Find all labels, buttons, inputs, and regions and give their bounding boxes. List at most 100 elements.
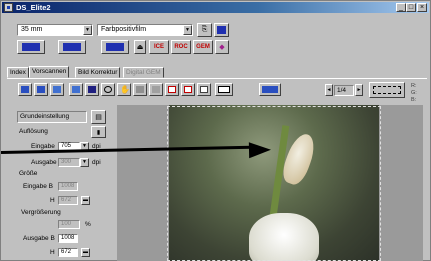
flip-horizontal-button[interactable]	[50, 83, 64, 96]
chevron-down-icon: ▼	[82, 143, 87, 149]
flip-vertical-icon	[72, 86, 80, 93]
crop-frame[interactable]	[167, 106, 381, 261]
ausgabe-h-field[interactable]: 672	[58, 248, 78, 257]
next-frame-button[interactable]: ►	[355, 84, 363, 96]
scan-icon	[105, 43, 125, 51]
ruler-icon: ▬	[83, 249, 88, 255]
eject-icon: ⏏	[136, 44, 144, 51]
tab-bild-korrektur[interactable]: Bild Korrektur	[75, 67, 121, 78]
tab-panel-border	[7, 78, 427, 79]
rotate-right-button[interactable]	[34, 83, 48, 96]
hand-button[interactable]: ✋	[117, 83, 131, 96]
menu-icon: ▤	[95, 114, 102, 121]
filmstrip-button[interactable]	[369, 82, 405, 98]
diamond-button[interactable]: ◆	[215, 40, 229, 54]
preset-menu-button[interactable]: ▤	[91, 110, 106, 124]
groesse-label: Größe	[19, 170, 38, 177]
prescan-button[interactable]	[58, 40, 86, 54]
refresh-icon	[262, 86, 278, 93]
film-type-select[interactable]: Farbpositivfilm ▼	[97, 24, 193, 36]
close-button[interactable]: ×	[417, 3, 427, 12]
ruler-icon: ▬	[83, 197, 88, 203]
prescan-icon	[62, 43, 82, 51]
lock-icon: ▮	[96, 129, 101, 136]
tab-vorscannen[interactable]: Vorscannen	[29, 66, 70, 78]
white-point-button[interactable]	[165, 83, 179, 96]
chevron-down-icon: ▼	[183, 25, 192, 35]
chevron-down-icon: ▼	[83, 25, 92, 35]
rotate-right-icon	[37, 86, 45, 93]
eject-button[interactable]: ⏏	[134, 40, 146, 54]
ausgabe-label: Ausgabe	[31, 159, 57, 166]
monitor-button[interactable]	[214, 23, 229, 37]
white-point-icon	[168, 86, 176, 93]
ausgabe-size-unit-button[interactable]: ▬	[81, 248, 90, 257]
rotate-left-button[interactable]	[18, 83, 32, 96]
levels-icon	[152, 86, 160, 93]
exposure-icon	[136, 86, 144, 93]
percent-unit: %	[85, 221, 91, 228]
app-icon	[4, 3, 13, 12]
chevron-right-icon: ►	[356, 87, 362, 93]
resolution-lock-button[interactable]: ▮	[91, 126, 106, 138]
ausgabe-b-field[interactable]: 1008	[58, 234, 78, 243]
histogram-button[interactable]	[215, 83, 233, 96]
histogram-icon	[218, 86, 230, 93]
rgb-readout: R: G: B:	[411, 83, 417, 103]
eingabe-b-label: Eingabe B	[23, 183, 53, 190]
eject-film-button[interactable]: ⎘	[197, 23, 212, 37]
eingabe-size-unit-button[interactable]: ▬	[81, 196, 90, 205]
title-bar: DS_Elite2 _ □ ×	[2, 2, 429, 13]
ausgabe-dpi-dropdown[interactable]: ▼	[80, 158, 89, 167]
eingabe-h-field[interactable]: 672	[58, 196, 78, 205]
aufloesung-label: Auflösung	[19, 128, 48, 135]
ausgabe-b-label: Ausgabe B	[23, 235, 55, 242]
zoom-icon	[104, 86, 112, 93]
scanner-window: DS_Elite2 _ □ × 35 mm ▼ Farbpositivfilm …	[0, 0, 431, 261]
window-title: DS_Elite2	[16, 3, 51, 12]
ausgabe-dpi-field[interactable]: 300	[58, 158, 80, 167]
black-point-icon	[184, 86, 192, 93]
preset-field[interactable]: Grundeinstellung	[17, 111, 87, 123]
index-scan-button[interactable]	[17, 40, 45, 54]
crop-button[interactable]	[85, 83, 99, 96]
hand-icon: ✋	[120, 85, 130, 94]
zoom-button[interactable]	[101, 83, 115, 96]
crop-icon	[88, 86, 96, 93]
scan-button[interactable]	[101, 40, 129, 54]
tab-index[interactable]: Index	[7, 67, 29, 78]
eingabe-b-field[interactable]: 1008	[58, 182, 78, 191]
auto-exposure-button[interactable]	[133, 83, 147, 96]
black-point-button[interactable]	[181, 83, 195, 96]
diamond-icon: ◆	[219, 44, 225, 51]
flip-horizontal-icon	[53, 86, 61, 93]
preview-refresh-button[interactable]	[259, 83, 281, 96]
eingabe-h-label: H	[50, 197, 55, 204]
maximize-button[interactable]: □	[406, 3, 416, 12]
ausgabe-h-label: H	[50, 249, 55, 256]
filmstrip-icon	[373, 86, 401, 94]
ice-button[interactable]: ICE	[149, 40, 169, 54]
vergroesserung-field[interactable]: 100	[58, 220, 80, 229]
chevron-down-icon: ▼	[82, 159, 87, 165]
minimize-button[interactable]: _	[396, 3, 406, 12]
gem-button[interactable]: GEM	[193, 40, 213, 54]
vergroesserung-label: Vergrößerung	[21, 209, 61, 216]
gray-point-icon	[200, 86, 208, 93]
gray-point-button[interactable]	[197, 83, 211, 96]
tab-digital-gem[interactable]: Digital GEM	[123, 67, 164, 78]
preview-area[interactable]	[117, 105, 423, 261]
flip-vertical-button[interactable]	[69, 83, 83, 96]
film-format-select[interactable]: 35 mm ▼	[17, 24, 93, 36]
prev-frame-button[interactable]: ◄	[325, 84, 333, 96]
roc-button[interactable]: ROC	[171, 40, 191, 54]
annotation-arrow-head	[248, 141, 272, 159]
frame-counter: 1/4	[334, 85, 354, 96]
index-scan-icon	[21, 43, 41, 51]
film-icon: ⎘	[201, 26, 208, 33]
ausgabe-dpi-unit: dpi	[92, 159, 101, 166]
chevron-left-icon: ◄	[326, 87, 332, 93]
monitor-icon	[216, 26, 227, 34]
rotate-left-icon	[21, 86, 29, 93]
levels-button[interactable]	[149, 83, 163, 96]
